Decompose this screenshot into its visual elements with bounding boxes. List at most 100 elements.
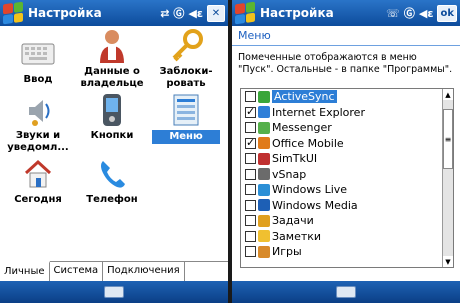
checkbox[interactable]: [245, 184, 256, 196]
soft-key-bar: [0, 281, 228, 303]
sim-icon: [258, 152, 270, 165]
close-button[interactable]: ✕: [207, 4, 225, 22]
checkbox[interactable]: [245, 122, 256, 134]
scroll-thumb[interactable]: ≡: [443, 109, 453, 169]
settings-item-label: Кнопки: [90, 130, 134, 141]
window-title: Настройка: [260, 6, 334, 20]
list-item[interactable]: vSnap: [241, 167, 443, 183]
page-title: Меню: [232, 26, 460, 46]
settings-personal-screen: Настройка ⇄ Ⓖ ◀ε ✕ Ввод Данные о владель…: [0, 0, 228, 303]
settings-item-label: Звуки и уведомл...: [7, 130, 69, 153]
soft-key-bar: [232, 281, 460, 303]
checkbox[interactable]: [245, 246, 256, 258]
notes-icon: [258, 230, 270, 243]
signal-icon[interactable]: Ⓖ: [173, 5, 184, 21]
buttons-icon: [94, 92, 130, 128]
volume-icon[interactable]: ◀ε: [188, 7, 203, 20]
list-item-label: Игры: [272, 245, 302, 259]
menu-settings-screen: Настройка ☏ Ⓖ ◀ε ok Меню Помеченные отоб…: [232, 0, 460, 303]
scroll-up-arrow[interactable]: ▲: [443, 89, 453, 100]
list-item[interactable]: Заметки: [241, 229, 443, 245]
checkbox[interactable]: [245, 105, 256, 118]
settings-item-label: Заблоки-ровать: [159, 66, 213, 89]
windows-start-icon[interactable]: [3, 1, 23, 25]
title-bar: Настройка ⇄ Ⓖ ◀ε ✕: [0, 0, 228, 26]
scroll-down-arrow[interactable]: ▼: [443, 256, 453, 267]
settings-tab-strip: Личные Система Подключения: [0, 261, 228, 281]
list-item[interactable]: Internet Explorer: [241, 105, 443, 121]
phone-icon: [94, 156, 130, 192]
list-item[interactable]: Игры: [241, 244, 443, 260]
checkbox[interactable]: [245, 91, 256, 103]
keyboard-icon: [20, 36, 56, 72]
ie-icon: [258, 106, 270, 119]
list-item[interactable]: Windows Live: [241, 182, 443, 198]
ok-button[interactable]: ok: [437, 4, 457, 22]
list-item[interactable]: ActiveSync: [241, 89, 443, 105]
checkbox[interactable]: [245, 153, 256, 165]
messenger-icon: [258, 121, 270, 134]
list-item-label: Задачи: [272, 214, 314, 228]
settings-item-label: Меню: [152, 130, 220, 144]
tab-connections[interactable]: Подключения: [103, 262, 185, 281]
office-icon: [258, 137, 270, 150]
today-icon: [20, 156, 56, 192]
list-item-label: Internet Explorer: [272, 105, 365, 119]
activesync-icon: [258, 90, 270, 103]
settings-item-menu[interactable]: Меню: [152, 92, 220, 144]
checkbox[interactable]: [245, 136, 256, 149]
list-item-label: SimTkUI: [272, 152, 318, 166]
windows-media-icon: [258, 199, 270, 212]
windows-live-icon: [258, 183, 270, 196]
menu-icon: [168, 92, 204, 128]
sync-icon[interactable]: ⇄: [160, 7, 169, 20]
checkbox[interactable]: [245, 230, 256, 242]
settings-item-today[interactable]: Сегодня: [4, 156, 72, 206]
phone-status-icon[interactable]: ☏: [386, 7, 400, 20]
list-item-label: Заметки: [272, 229, 322, 243]
list-item-label: Messenger: [272, 121, 332, 135]
keyboard-toggle-icon[interactable]: [104, 286, 124, 298]
tab-system[interactable]: Система: [50, 262, 104, 281]
scrollbar[interactable]: ▲ ≡ ▼: [442, 89, 453, 267]
settings-item-owner-info[interactable]: Данные о владельце: [78, 28, 146, 90]
list-item-label: Windows Media: [272, 198, 358, 212]
volume-icon[interactable]: ◀ε: [419, 7, 434, 20]
settings-item-label: Ввод: [23, 74, 53, 85]
list-item-label: Windows Live: [272, 183, 348, 197]
tasks-icon: [258, 214, 270, 227]
list-item[interactable]: Office Mobile: [241, 136, 443, 152]
program-list: ActiveSyncInternet Explorer MessengerOffi…: [241, 89, 443, 267]
list-item-label: vSnap: [272, 167, 307, 181]
sounds-icon: [20, 92, 56, 128]
list-item[interactable]: Messenger: [241, 120, 443, 136]
vsnap-icon: [258, 168, 270, 181]
window-title: Настройка: [28, 6, 102, 20]
tab-personal[interactable]: Личные: [0, 261, 50, 281]
checkbox[interactable]: [245, 168, 256, 180]
title-bar: Настройка ☏ Ⓖ ◀ε ok: [232, 0, 460, 26]
settings-item-phone[interactable]: Телефон: [78, 156, 146, 206]
games-icon: [258, 245, 270, 258]
keyboard-toggle-icon[interactable]: [336, 286, 356, 298]
program-checklist: ActiveSyncInternet Explorer MessengerOffi…: [240, 88, 454, 268]
signal-icon[interactable]: Ⓖ: [404, 5, 415, 21]
settings-item-label: Телефон: [86, 194, 138, 205]
settings-item-lock[interactable]: Заблоки-ровать: [152, 28, 220, 90]
settings-item-input[interactable]: Ввод: [4, 36, 72, 86]
list-item-label: ActiveSync: [272, 90, 337, 104]
list-item[interactable]: Задачи: [241, 213, 443, 229]
owner-info-icon: [94, 28, 130, 64]
list-item-label: Office Mobile: [272, 136, 344, 150]
settings-item-sounds[interactable]: Звуки и уведомл...: [4, 92, 72, 154]
lock-key-icon: [168, 28, 204, 64]
menu-description: Помеченные отображаются в меню "Пуск". О…: [238, 52, 453, 75]
list-item[interactable]: SimTkUI: [241, 151, 443, 167]
checkbox[interactable]: [245, 199, 256, 211]
settings-item-label: Сегодня: [14, 194, 62, 205]
list-item[interactable]: Windows Media: [241, 198, 443, 214]
settings-item-label: Данные о владельце: [80, 66, 144, 89]
settings-item-buttons[interactable]: Кнопки: [78, 92, 146, 142]
checkbox[interactable]: [245, 215, 256, 227]
windows-start-icon[interactable]: [235, 1, 255, 25]
